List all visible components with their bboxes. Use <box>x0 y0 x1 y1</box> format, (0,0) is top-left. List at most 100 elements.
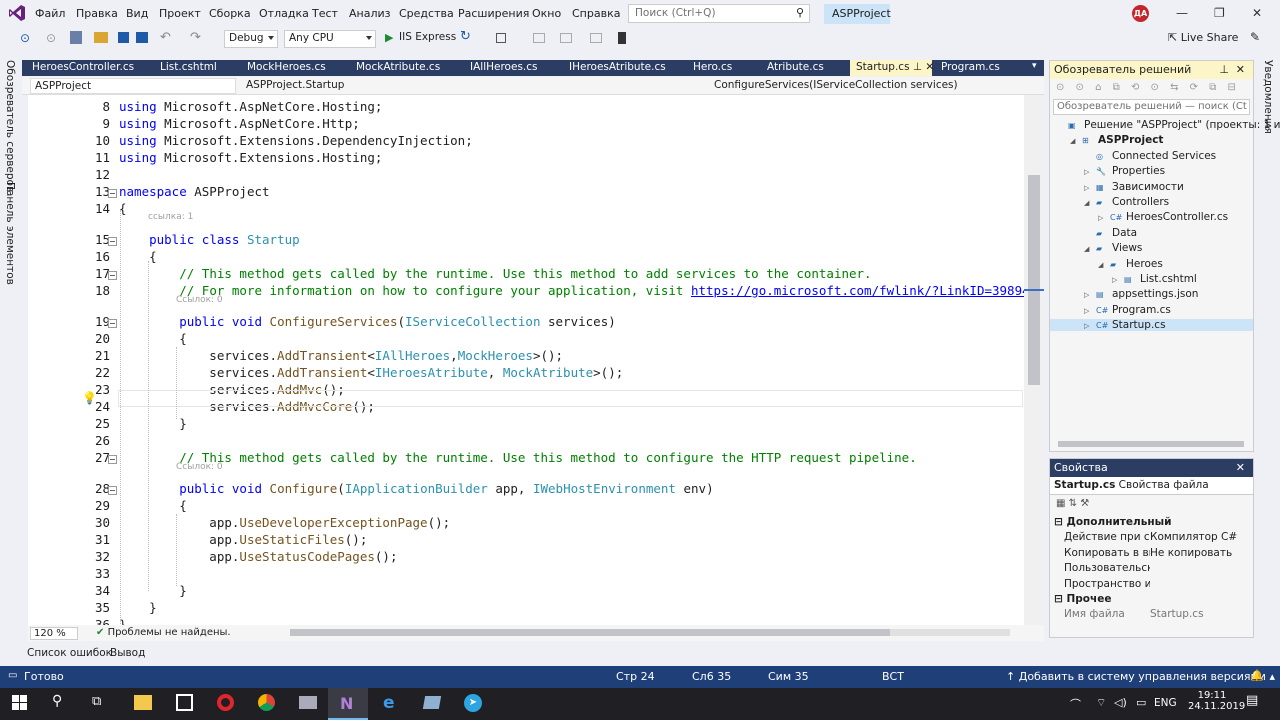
editor-scroll-thumb[interactable] <box>1028 175 1040 385</box>
code-line[interactable]: { <box>119 498 187 513</box>
menu-item[interactable]: Сборка <box>209 7 251 20</box>
code-line[interactable]: } <box>119 600 157 615</box>
property-category[interactable]: ⊟ Прочее <box>1054 593 1111 605</box>
notification-bell-icon[interactable]: 🔔 <box>1250 669 1264 682</box>
tree-item-views[interactable]: ◢ ▰ Views <box>1084 242 1142 254</box>
tab-document[interactable]: HeroesController.cs <box>26 60 150 76</box>
code-line[interactable]: public class Startup <box>119 232 300 247</box>
project-node[interactable]: ◢ ⊞ ASPProject <box>1070 134 1163 146</box>
code-line[interactable]: public void ConfigureServices(IServiceCo… <box>119 314 616 329</box>
bookmark-icon[interactable] <box>618 32 626 44</box>
code-line[interactable]: app.UseDeveloperExceptionPage(); <box>119 515 450 530</box>
menu-item[interactable]: Проект <box>159 7 201 20</box>
tree-item-data[interactable]: ▰ Data <box>1084 227 1137 239</box>
solution-horizontal-scrollbar[interactable] <box>1058 441 1244 447</box>
collapse-icon[interactable]: ⊟ <box>1054 516 1066 528</box>
expand-arrow-icon[interactable]: ◢ <box>1084 245 1096 253</box>
tree-item-connected-services[interactable]: ◎ Connected Services <box>1084 150 1216 162</box>
code-line[interactable]: services.AddTransient<IHeroesAtribute, M… <box>119 365 623 380</box>
close-pane-icon[interactable]: ✕ <box>1236 63 1245 76</box>
property-row[interactable]: Пространство им <box>1064 578 1240 590</box>
code-line[interactable]: app.UseStatusCodePages(); <box>119 549 397 564</box>
property-category[interactable]: ⊟ Дополнительный <box>1054 516 1171 528</box>
code-line[interactable]: using Microsoft.Extensions.DependencyInj… <box>119 133 473 148</box>
app-icon[interactable] <box>299 696 317 709</box>
tree-item-dependencies[interactable]: ▷ ▦ Зависимости <box>1084 181 1184 193</box>
tab-document[interactable]: MockAtribute.cs <box>350 60 460 76</box>
codelens-references[interactable]: Ссылок: 0 <box>176 462 223 472</box>
tab-document[interactable]: Program.cs <box>935 60 1025 76</box>
expand-arrow-icon[interactable]: ▷ <box>1084 322 1096 330</box>
tree-item-program[interactable]: ▷ C# Program.cs <box>1084 304 1171 316</box>
redo-icon[interactable]: ↷ <box>190 30 201 45</box>
tab-document[interactable]: Hero.cs <box>687 60 757 76</box>
tree-item-controllers[interactable]: ◢ ▰ Controllers <box>1084 196 1169 208</box>
tab-document[interactable]: Atribute.cs <box>761 60 846 76</box>
close-pane-icon[interactable]: ✕ <box>1236 461 1245 474</box>
refresh-icon[interactable]: ↻ <box>460 29 471 44</box>
volume-icon[interactable]: ◁) <box>1114 696 1127 709</box>
expand-arrow-icon[interactable]: ▷ <box>1084 168 1096 176</box>
code-line[interactable]: // For more information on how to config… <box>119 283 1024 298</box>
expand-arrow-icon[interactable]: ▷ <box>1098 214 1110 222</box>
outdent-icon[interactable] <box>560 33 572 43</box>
forward-icon[interactable]: ⊙ <box>46 31 56 45</box>
fold-toggle-icon[interactable] <box>108 319 117 328</box>
tab-document[interactable]: IHeroesAtribute.cs <box>563 60 683 76</box>
save-icon[interactable] <box>118 32 129 43</box>
property-row[interactable]: Имя файла Startup.cs <box>1064 608 1240 620</box>
tab-error-list[interactable]: Список ошибок <box>27 647 112 659</box>
tree-item-startup[interactable]: ▷ C# Startup.cs <box>1050 319 1253 332</box>
property-row[interactable]: Действие при сбсКомпилятор C# <box>1064 531 1240 543</box>
codelens-references[interactable]: ссылка: 1 <box>148 212 193 222</box>
indent-icon[interactable] <box>533 33 545 43</box>
run-icon[interactable]: ▶ <box>385 31 393 44</box>
categorized-icon[interactable]: ▦ <box>1056 498 1065 509</box>
menu-item[interactable]: Тест <box>312 7 338 20</box>
open-folder-icon[interactable] <box>94 32 108 43</box>
code-line[interactable]: { <box>119 249 157 264</box>
fold-toggle-icon[interactable] <box>108 189 117 198</box>
menu-item[interactable]: Расширения <box>458 7 529 20</box>
property-row[interactable]: Пользовательски <box>1064 562 1240 574</box>
class-dropdown[interactable]: ASPProject.Startup <box>242 78 704 94</box>
code-line[interactable]: // This method gets called by the runtim… <box>119 450 917 465</box>
code-line[interactable]: public void Configure(IApplicationBuilde… <box>119 481 713 496</box>
solution-search-input[interactable]: Обозреватель решений — поиск (Ct <box>1053 99 1250 115</box>
fold-toggle-icon[interactable] <box>108 455 117 464</box>
expand-arrow-icon[interactable]: ▷ <box>1084 307 1096 315</box>
alphabetical-icon[interactable]: ⇅ <box>1069 498 1077 509</box>
visual-studio-logo-icon[interactable] <box>8 4 26 22</box>
tab-document[interactable]: Startup.cs ⊥ ✕ <box>850 60 934 76</box>
collapse-icon[interactable]: ⊟ <box>1054 593 1066 605</box>
language-indicator[interactable]: ENG <box>1154 697 1177 709</box>
undo-icon[interactable]: ↶ <box>160 30 171 45</box>
task-view-icon[interactable]: ⧉ <box>92 694 101 709</box>
close-tab-icon[interactable]: ⊥ ✕ <box>910 61 934 73</box>
minimize-icon[interactable]: — <box>1176 6 1188 20</box>
people-icon[interactable]: ⌒ <box>1070 696 1081 712</box>
menu-item[interactable]: Правка <box>76 7 118 20</box>
code-line[interactable]: using Microsoft.AspNetCore.Hosting; <box>119 99 382 114</box>
menu-item[interactable]: Отладка <box>259 7 309 20</box>
fold-toggle-icon[interactable] <box>108 237 117 246</box>
opera-icon[interactable] <box>217 694 234 711</box>
toolbox-tab[interactable]: Панель элементов <box>4 182 16 285</box>
menu-item[interactable]: Средства <box>399 7 454 20</box>
solution-node[interactable]: ▣ Решение "ASPProject" (проекты: 1 из 1 <box>1056 119 1280 131</box>
telegram-icon[interactable]: ➤ <box>464 694 482 712</box>
member-dropdown[interactable]: ConfigureServices(IServiceCollection ser… <box>710 78 1040 94</box>
close-icon[interactable]: ✕ <box>1252 6 1262 20</box>
tree-item-heroes-folder[interactable]: ◢ ▰ Heroes <box>1098 258 1163 270</box>
new-project-icon[interactable] <box>70 31 82 44</box>
keyboard-icon[interactable]: ▭ <box>1136 696 1146 709</box>
chrome-icon[interactable] <box>258 694 275 711</box>
code-line[interactable]: services.AddTransient<IAllHeroes,MockHer… <box>119 348 563 363</box>
tab-document[interactable]: MockHeroes.cs <box>241 60 346 76</box>
visual-studio-taskbar-icon[interactable]: N <box>328 688 368 720</box>
menu-item[interactable]: Справка <box>572 7 620 20</box>
code-editor[interactable]: 8 using Microsoft.AspNetCore.Hosting; 9 usi… <box>28 95 1024 625</box>
code-line[interactable]: using Microsoft.Extensions.Hosting; <box>119 150 382 165</box>
tab-document[interactable]: IAllHeroes.cs <box>464 60 559 76</box>
file-explorer-icon[interactable] <box>134 695 152 710</box>
